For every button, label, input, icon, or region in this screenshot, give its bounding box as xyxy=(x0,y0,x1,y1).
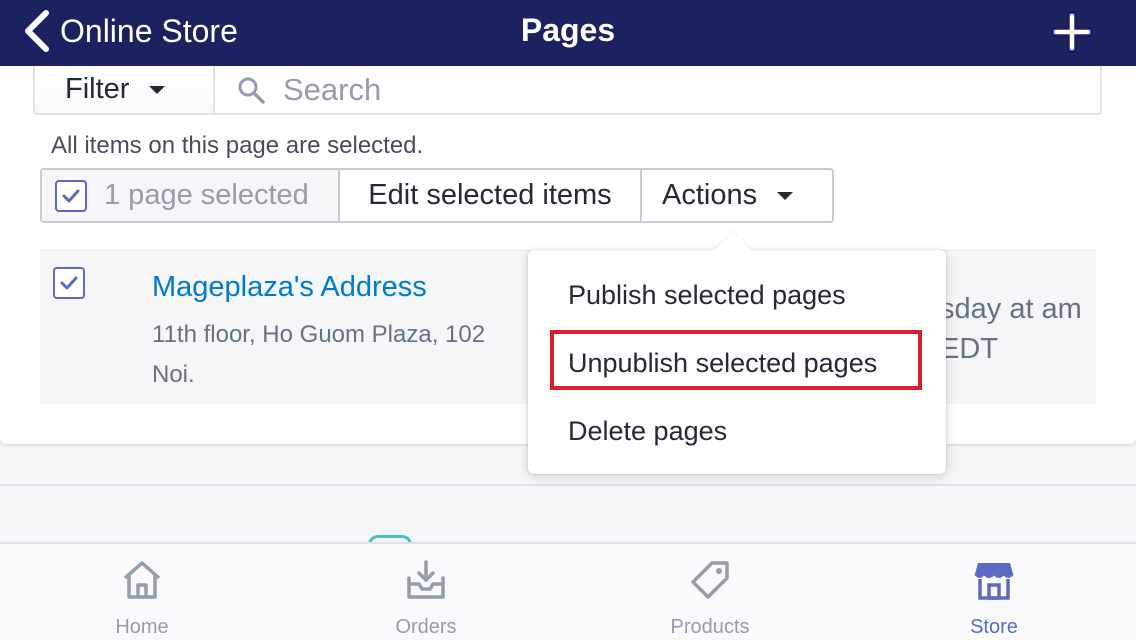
filter-button[interactable]: Filter xyxy=(35,66,215,113)
section-divider xyxy=(0,484,1136,486)
selected-count-label: 1 page selected xyxy=(104,179,309,211)
all-selected-notice: All items on this page are selected. xyxy=(51,132,424,159)
tab-label: Home xyxy=(115,616,169,638)
page-updated-date: sday at am EDT xyxy=(940,293,1082,365)
search-field[interactable] xyxy=(215,66,1100,113)
search-input[interactable] xyxy=(283,71,983,108)
tab-home[interactable]: Home xyxy=(0,544,284,640)
page-title-link[interactable]: Mageplaza's Address xyxy=(152,271,427,304)
tab-label: Orders xyxy=(395,616,457,638)
actions-dropdown-button[interactable]: Actions xyxy=(642,170,832,221)
home-icon xyxy=(123,561,161,599)
tab-label: Products xyxy=(670,616,750,638)
menu-item-unpublish[interactable]: Unpublish selected pages xyxy=(568,348,877,379)
orders-icon xyxy=(407,560,445,599)
menu-item-publish[interactable]: Publish selected pages xyxy=(568,280,846,311)
page-excerpt: 11th floor, Ho Guom Plaza, 102 Noi. xyxy=(152,321,486,388)
menu-item-delete[interactable]: Delete pages xyxy=(568,416,727,447)
bottom-tab-bar: Home Orders Products Store xyxy=(0,542,1136,640)
row-checkbox[interactable] xyxy=(53,267,85,299)
back-label: Online Store xyxy=(60,12,238,49)
plus-icon[interactable] xyxy=(1052,12,1092,52)
top-bar: Online Store Pages xyxy=(0,0,1136,66)
tab-store[interactable]: Store xyxy=(852,544,1136,640)
chevron-left-icon xyxy=(25,10,49,52)
select-all-toggle[interactable]: 1 page selected xyxy=(42,170,340,221)
caret-down-icon xyxy=(149,85,166,94)
tag-icon xyxy=(691,561,729,599)
filter-bar: Filter xyxy=(33,66,1102,115)
bulk-actions-bar: 1 page selected Edit selected items Acti… xyxy=(40,168,834,223)
edit-selected-button[interactable]: Edit selected items xyxy=(340,170,642,221)
checkbox-checked-icon[interactable] xyxy=(55,179,87,212)
actions-menu: Publish selected pages Unpublish selecte… xyxy=(528,231,946,474)
actions-label: Actions xyxy=(662,179,758,211)
caret-down-icon xyxy=(777,191,794,200)
tab-products[interactable]: Products xyxy=(568,544,852,640)
back-button[interactable]: Online Store xyxy=(22,8,238,54)
filter-label: Filter xyxy=(65,73,130,105)
tab-label: Store xyxy=(970,616,1018,638)
search-icon xyxy=(238,77,265,104)
store-icon xyxy=(974,563,1014,600)
tab-orders[interactable]: Orders xyxy=(284,544,568,640)
